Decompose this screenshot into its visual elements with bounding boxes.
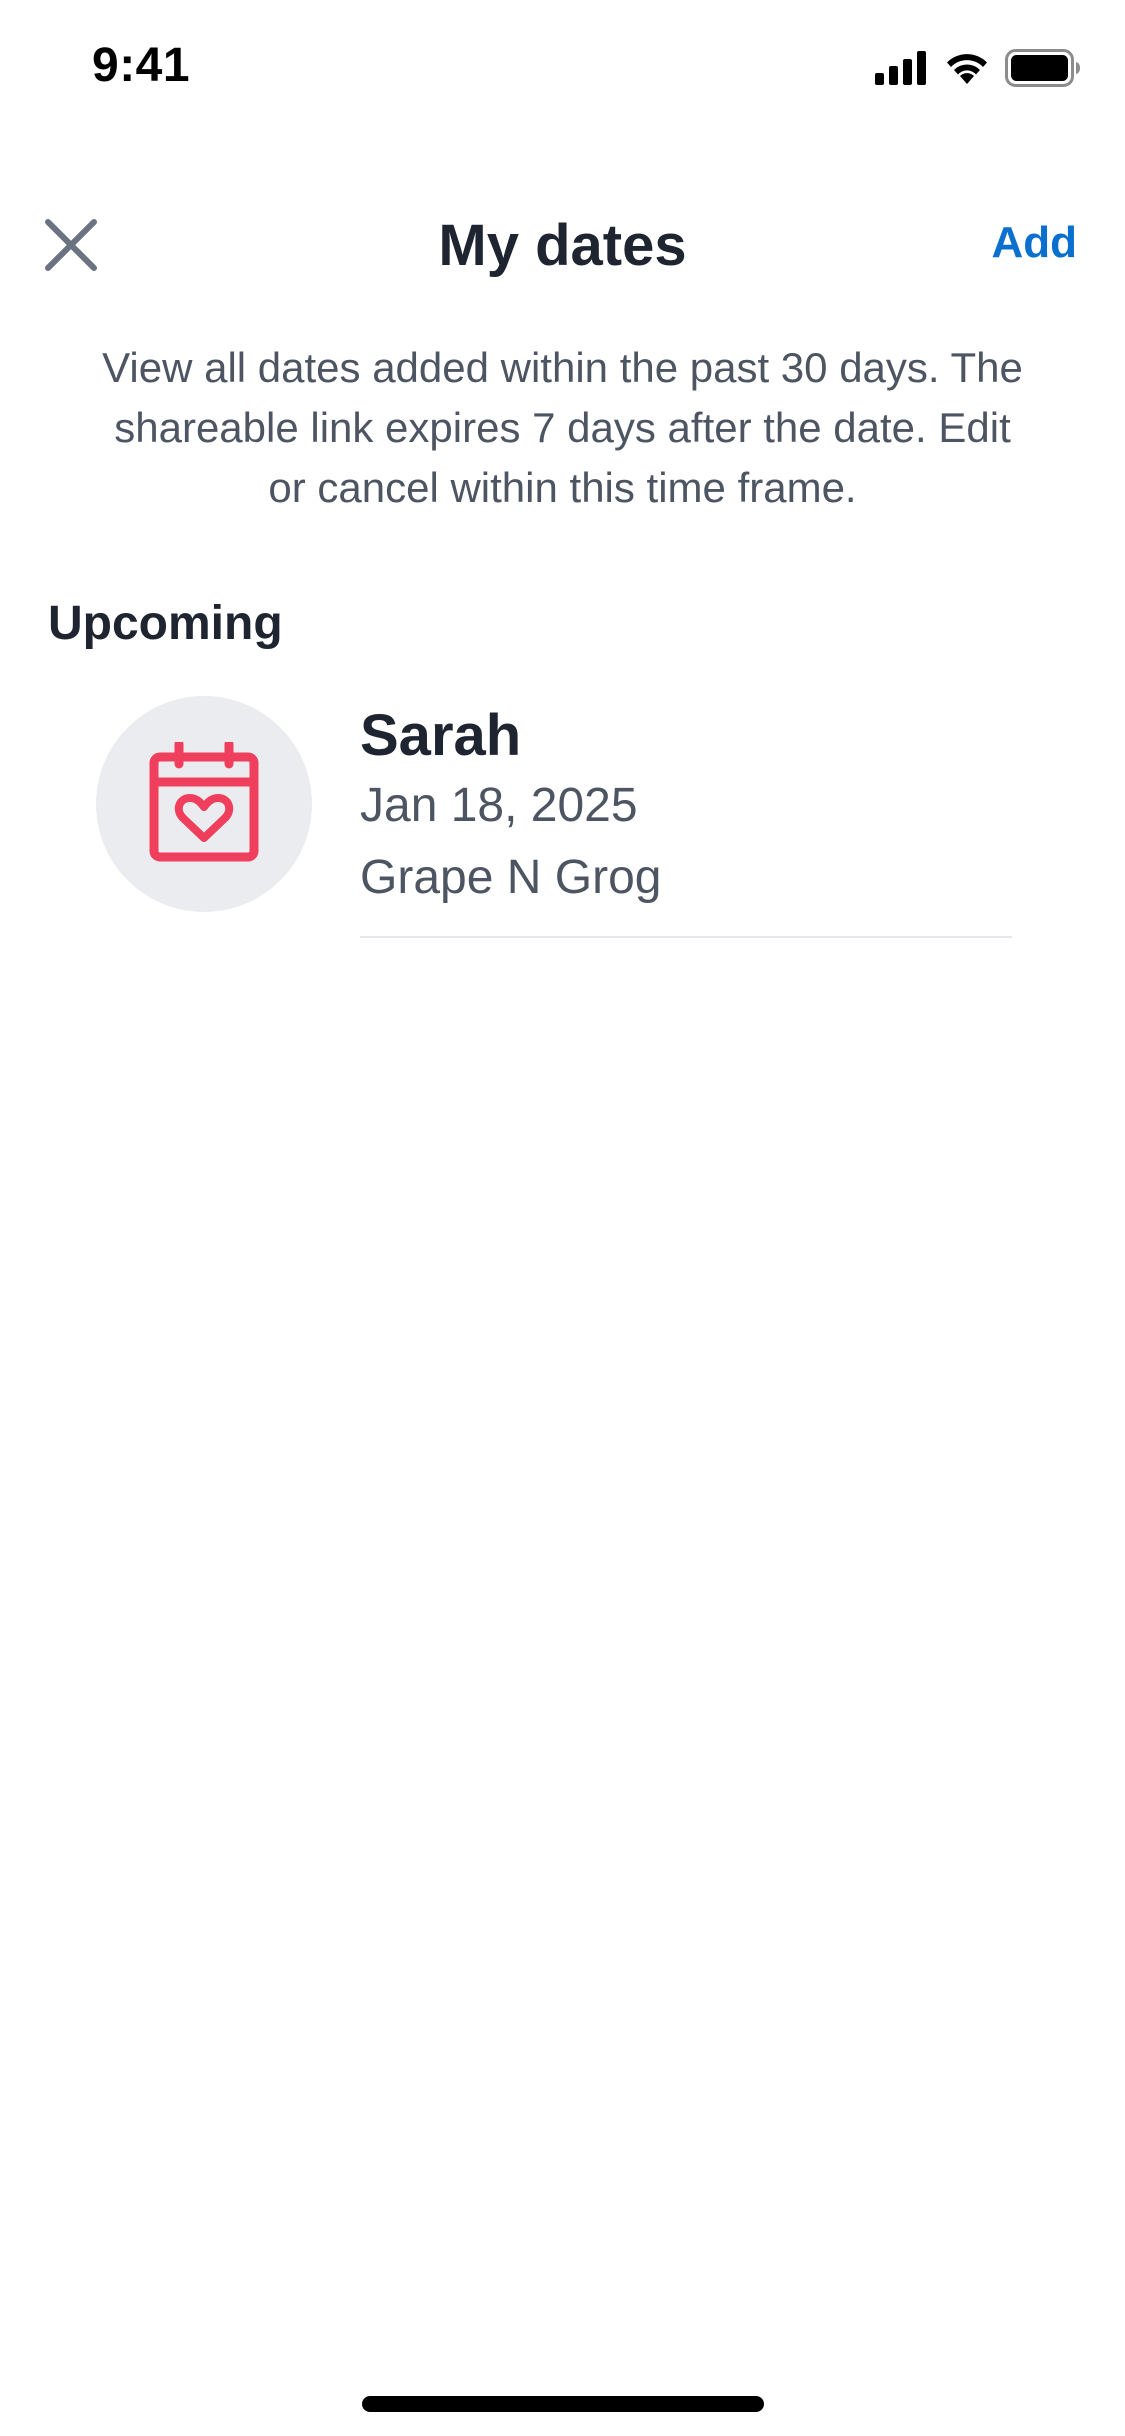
- battery-icon: [1005, 48, 1081, 92]
- home-indicator: [362, 2396, 764, 2412]
- status-bar: 9:41: [0, 0, 1125, 140]
- date-list-item[interactable]: Sarah Jan 18, 2025 Grape N Grog: [0, 690, 1125, 940]
- date-item-name: Sarah: [360, 703, 522, 768]
- add-button[interactable]: Add: [991, 218, 1077, 268]
- date-item-date: Jan 18, 2025: [360, 779, 638, 832]
- description-text: View all dates added within the past 30 …: [102, 344, 1023, 511]
- status-time: 9:41: [92, 39, 191, 92]
- nav-bar: My dates Add: [0, 190, 1125, 300]
- cellular-signal-icon: [875, 50, 929, 90]
- avatar: [96, 696, 312, 912]
- section-heading-upcoming: Upcoming: [48, 597, 283, 650]
- page-title: My dates: [438, 213, 687, 278]
- date-item-venue: Grape N Grog: [360, 851, 662, 904]
- calendar-heart-icon: [149, 739, 259, 867]
- status-icons: [875, 48, 1081, 92]
- wifi-icon: [943, 50, 991, 91]
- divider: [360, 936, 1012, 938]
